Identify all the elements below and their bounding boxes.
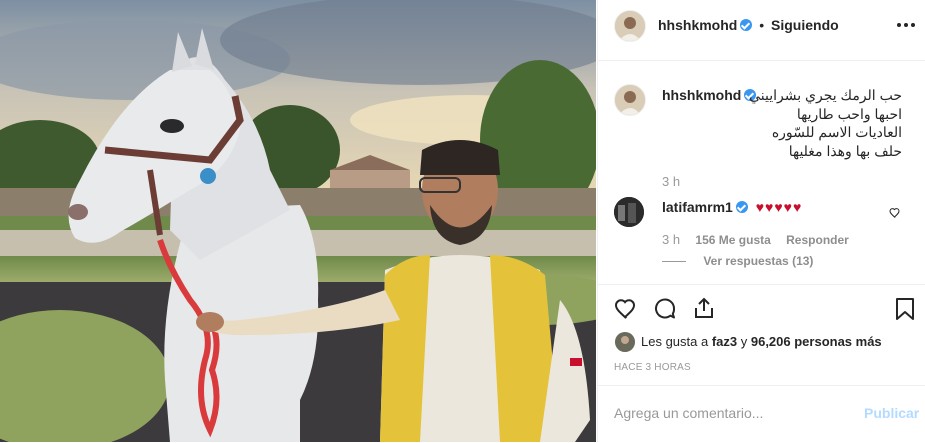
post-photo[interactable]	[0, 0, 596, 442]
caption-line: احبها واحب طاريها	[796, 105, 902, 122]
post-side-panel: hhshkmohd • Siguiendo hhshkmohd حب الرمك…	[597, 0, 925, 442]
reply-button[interactable]: Responder	[786, 233, 849, 247]
caption-time[interactable]: 3 h	[662, 174, 680, 189]
caption-line: حلف بها وهذا مغليها	[788, 142, 902, 159]
commenter-avatar[interactable]	[614, 197, 644, 227]
comment-like-heart-icon[interactable]	[889, 206, 901, 218]
caption-line: حب الرمك يجري بشراييني	[749, 87, 902, 103]
comment-likes[interactable]: 156 Me gusta	[695, 233, 770, 247]
actions-bar	[598, 284, 925, 285]
comment-text: ♥♥♥♥♥	[755, 199, 803, 215]
author-avatar[interactable]	[614, 10, 646, 42]
likes-summary: Les gusta a faz3 y 96,206 personas más	[641, 334, 882, 349]
caption-text: حب الرمك يجري بشراييني احبها واحب طاريها…	[662, 86, 902, 160]
comment-bubble-icon[interactable]	[653, 297, 677, 321]
replies-divider	[662, 261, 686, 263]
likes-middle: y	[737, 334, 751, 349]
post-header: hhshkmohd • Siguiendo	[598, 0, 925, 61]
more-options-icon[interactable]	[896, 18, 916, 32]
add-comment-bar: Agrega un comentario... Publicar	[598, 385, 925, 443]
likes-count[interactable]: 96,206 personas más	[751, 334, 882, 349]
like-heart-icon[interactable]	[614, 297, 638, 321]
comment-input[interactable]: Agrega un comentario...	[614, 405, 763, 421]
post-timestamp[interactable]: HACE 3 HORAS	[614, 362, 691, 373]
verified-badge-icon	[740, 19, 753, 31]
liker-avatar[interactable]	[615, 332, 635, 352]
header-separator: •	[759, 17, 765, 33]
publish-button[interactable]: Publicar	[864, 405, 919, 421]
share-icon[interactable]	[692, 296, 716, 320]
bookmark-icon[interactable]	[894, 297, 916, 321]
follow-status-button[interactable]: Siguiendo	[771, 17, 839, 33]
verified-badge-icon	[735, 201, 748, 213]
likes-prefix: Les gusta a	[641, 334, 712, 349]
post-image	[0, 0, 596, 442]
commenter-username[interactable]: latifamrm1	[662, 199, 733, 215]
comment-time[interactable]: 3 h	[662, 232, 680, 247]
caption-line: العاديات الاسم للسّوره	[771, 124, 902, 140]
caption-avatar[interactable]	[614, 84, 646, 116]
liker-username[interactable]: faz3	[712, 334, 737, 349]
author-username[interactable]: hhshkmohd	[658, 17, 737, 33]
view-replies-button[interactable]: Ver respuestas (13)	[703, 254, 813, 268]
